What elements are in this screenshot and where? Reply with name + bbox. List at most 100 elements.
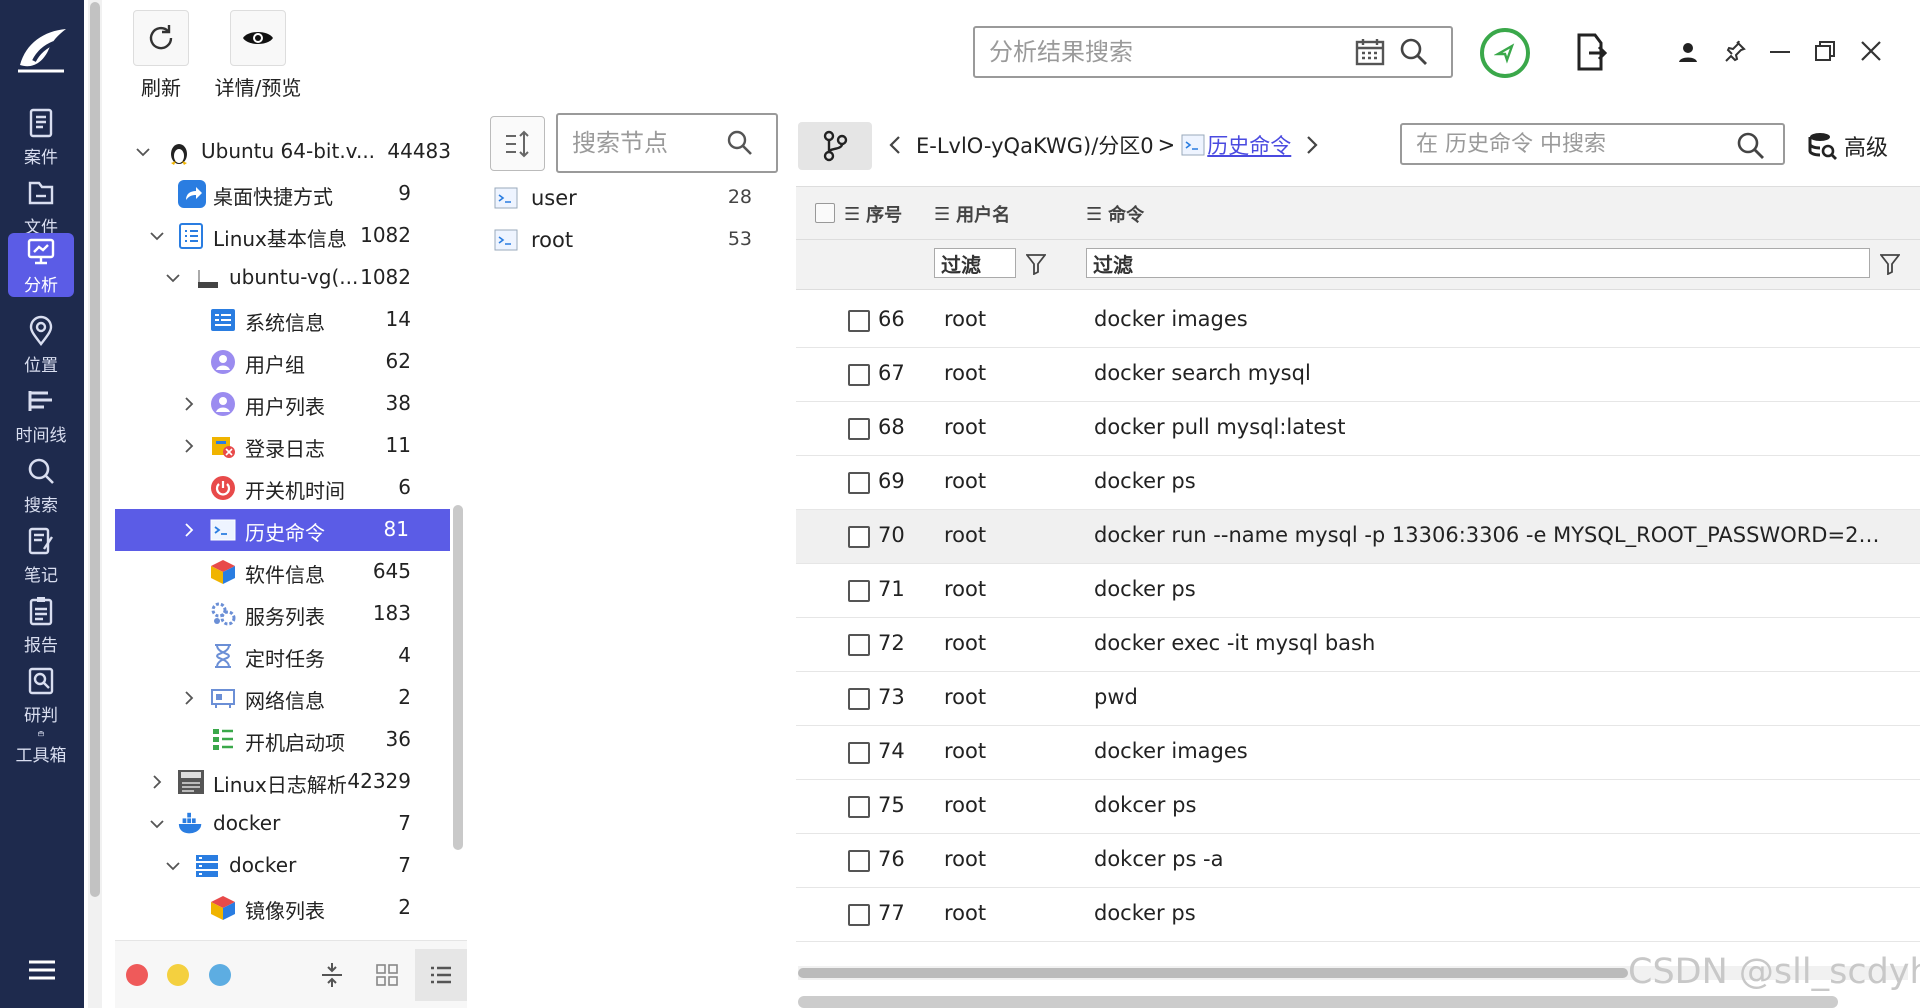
tree-item-history-commands[interactable]: 历史命令 81: [115, 509, 450, 551]
chevron-right-icon[interactable]: [1305, 134, 1319, 156]
row-checkbox[interactable]: [848, 742, 870, 764]
table-row[interactable]: 75 root dokcer ps: [796, 780, 1920, 834]
table-row[interactable]: 67 root docker search mysql: [796, 348, 1920, 402]
rail-item-case[interactable]: 案件: [8, 98, 74, 176]
cmd-filter-input[interactable]: 过滤: [1086, 248, 1870, 278]
rail-item-notes[interactable]: 笔记: [8, 516, 74, 594]
tree-item-docker-sub[interactable]: docker 7: [115, 845, 451, 887]
row-checkbox[interactable]: [848, 526, 870, 548]
rail-item-search[interactable]: 搜索: [8, 446, 74, 524]
rail-item-toolbox[interactable]: 工具箱: [8, 726, 74, 766]
grid-view-icon[interactable]: [375, 963, 399, 987]
breadcrumb-path[interactable]: E-LvlO-yQaKWG)/分区0: [916, 130, 1154, 160]
table-row[interactable]: 68 root docker pull mysql:latest: [796, 402, 1920, 456]
close-icon[interactable]: [1858, 38, 1884, 64]
tree-item-network-info[interactable]: 网络信息 2: [115, 677, 451, 719]
tree-item-power-times[interactable]: 开关机时间 6: [115, 467, 451, 509]
tree-item-image-list[interactable]: 镜像列表 2: [115, 887, 451, 929]
chevron-down-icon[interactable]: [165, 270, 181, 286]
export-icon[interactable]: [1573, 32, 1609, 72]
panel-horizontal-scrollbar[interactable]: [798, 996, 1838, 1008]
chevron-right-icon[interactable]: [181, 690, 197, 706]
tree-item-login-log[interactable]: 登录日志 11: [115, 425, 451, 467]
tree-item-ubuntu[interactable]: Ubuntu 64-bit.v... 44483: [115, 131, 451, 173]
chevron-down-icon[interactable]: [149, 816, 165, 832]
rail-item-timeline[interactable]: 时间线: [8, 376, 74, 454]
tree-item-linux-log-parse[interactable]: Linux日志解析 42329: [115, 761, 451, 803]
table-row[interactable]: 73 root pwd: [796, 672, 1920, 726]
yellow-dot-icon[interactable]: [167, 964, 189, 986]
tree-item-desktop-shortcuts[interactable]: 桌面快捷方式 9: [115, 173, 451, 215]
table-row[interactable]: 66 root docker images: [796, 294, 1920, 348]
breadcrumb-current[interactable]: 历史命令: [1207, 130, 1291, 160]
minimize-icon[interactable]: [1767, 40, 1793, 64]
calendar-icon[interactable]: [1355, 38, 1385, 66]
user-filter-input[interactable]: 过滤: [934, 248, 1016, 278]
tree-item-docker[interactable]: docker 7: [115, 803, 451, 845]
rail-item-judge[interactable]: 研判: [8, 656, 74, 734]
tree-item-ubuntu-vg[interactable]: ubuntu-vg(... 1082: [115, 257, 451, 299]
sync-status-icon[interactable]: [1480, 28, 1530, 78]
row-checkbox[interactable]: [848, 850, 870, 872]
chevron-right-icon[interactable]: [181, 438, 197, 454]
tree-item-linux-basic-info[interactable]: Linux基本信息 1082: [115, 215, 451, 257]
chevron-down-icon[interactable]: [135, 144, 151, 160]
branch-view-button[interactable]: [798, 122, 872, 170]
table-search-input[interactable]: [1416, 131, 1716, 157]
row-checkbox[interactable]: [848, 634, 870, 656]
chevron-right-icon[interactable]: [181, 522, 197, 538]
table-row[interactable]: 77 root docker ps: [796, 888, 1920, 942]
search-icon[interactable]: [1736, 131, 1766, 161]
filter-icon[interactable]: [1880, 253, 1900, 275]
analysis-search-box[interactable]: [973, 26, 1453, 78]
tree-item-software-info[interactable]: 软件信息 645: [115, 551, 451, 593]
col-user-header[interactable]: ☰ 用户名: [934, 201, 1010, 227]
chevron-down-icon[interactable]: [165, 858, 181, 874]
tree-scrollbar[interactable]: [453, 505, 463, 850]
red-dot-icon[interactable]: [126, 964, 148, 986]
table-search-box[interactable]: [1400, 123, 1785, 165]
restore-icon[interactable]: [1812, 38, 1838, 64]
select-all-checkbox[interactable]: [815, 203, 835, 223]
table-row[interactable]: 76 root dokcer ps -a: [796, 834, 1920, 888]
list-view-button[interactable]: [415, 949, 467, 1001]
blue-dot-icon[interactable]: [209, 964, 231, 986]
table-row[interactable]: 71 root docker ps: [796, 564, 1920, 618]
hamburger-menu-icon[interactable]: [0, 950, 84, 990]
search-icon[interactable]: [1399, 37, 1429, 67]
col-cmd-header[interactable]: ☰ 命令: [1086, 201, 1144, 227]
detail-preview-button[interactable]: 详情/预览: [208, 10, 308, 101]
analysis-search-input[interactable]: [989, 38, 1359, 66]
rail-item-location[interactable]: 位置: [8, 306, 74, 384]
left-scrollbar[interactable]: [88, 0, 102, 1008]
user-icon[interactable]: [1676, 40, 1700, 64]
row-checkbox[interactable]: [848, 796, 870, 818]
table-row[interactable]: 72 root docker exec -it mysql bash: [796, 618, 1920, 672]
node-item-root[interactable]: root 53: [490, 220, 760, 260]
refresh-button[interactable]: 刷新: [133, 10, 189, 101]
filter-icon[interactable]: [1026, 253, 1046, 275]
tree-item-system-info[interactable]: 系统信息 14: [115, 299, 451, 341]
rail-item-analysis[interactable]: 分析: [8, 233, 74, 297]
row-checkbox[interactable]: [848, 904, 870, 926]
chevron-left-icon[interactable]: [888, 134, 902, 156]
row-checkbox[interactable]: [848, 418, 870, 440]
advanced-search-button[interactable]: 高级: [1808, 130, 1888, 162]
row-checkbox[interactable]: [848, 364, 870, 386]
rail-item-report[interactable]: 报告: [8, 586, 74, 664]
node-search-input[interactable]: [572, 129, 722, 157]
chevron-right-icon[interactable]: [149, 774, 165, 790]
row-checkbox[interactable]: [848, 310, 870, 332]
row-checkbox[interactable]: [848, 472, 870, 494]
collapse-icon[interactable]: [320, 961, 344, 989]
tree-item-scheduled-tasks[interactable]: 定时任务 4: [115, 635, 451, 677]
search-icon[interactable]: [726, 129, 754, 157]
table-row[interactable]: 74 root docker images: [796, 726, 1920, 780]
row-checkbox[interactable]: [848, 688, 870, 710]
tree-item-service-list[interactable]: 服务列表 183: [115, 593, 451, 635]
tree-item-user-list[interactable]: 用户列表 38: [115, 383, 451, 425]
table-row[interactable]: 69 root docker ps: [796, 456, 1920, 510]
table-row[interactable]: 70 root docker run --name mysql -p 13306:3…: [796, 510, 1920, 564]
node-item-user[interactable]: user 28: [490, 178, 760, 218]
node-search-box[interactable]: [556, 113, 778, 173]
